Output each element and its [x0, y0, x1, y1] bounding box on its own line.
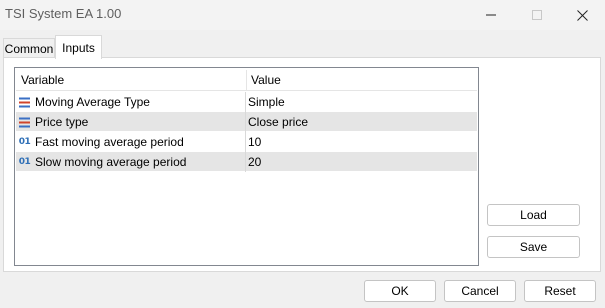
window-title: TSI System EA 1.00: [5, 6, 122, 21]
close-icon: [576, 9, 588, 21]
tab-common-label: Common: [4, 41, 54, 56]
tab-inputs-label: Inputs: [62, 40, 95, 55]
save-button[interactable]: Save: [487, 236, 580, 258]
cell-divider: [245, 132, 246, 152]
cancel-button[interactable]: Cancel: [444, 280, 516, 302]
reset-button[interactable]: Reset: [524, 280, 596, 302]
column-divider[interactable]: [246, 70, 247, 90]
minimize-button[interactable]: [468, 0, 514, 30]
tab-inputs[interactable]: Inputs: [55, 35, 102, 59]
column-header-value[interactable]: Value: [251, 69, 281, 91]
enum-list-icon: [18, 116, 31, 128]
integer-icon: 01: [18, 157, 31, 167]
table-row[interactable]: Moving Average Type Simple: [16, 92, 477, 112]
minimize-icon: [486, 14, 496, 16]
column-header-variable[interactable]: Variable: [21, 69, 64, 91]
maximize-icon: [532, 10, 542, 20]
close-button[interactable]: [559, 0, 605, 30]
title-bar: TSI System EA 1.00: [0, 0, 605, 30]
row-variable: Moving Average Type: [35, 95, 150, 109]
row-variable: Fast moving average period: [35, 135, 184, 149]
ok-button[interactable]: OK: [364, 280, 436, 302]
maximize-button: [514, 0, 560, 30]
row-variable: Price type: [35, 115, 89, 129]
row-value[interactable]: 20: [248, 155, 261, 169]
inputs-grid: Variable Value Moving Average Type Simpl…: [14, 67, 479, 266]
row-variable: Slow moving average period: [35, 155, 187, 169]
table-row[interactable]: 01 Slow moving average period 20: [16, 152, 477, 172]
integer-icon: 01: [18, 137, 31, 147]
enum-list-icon: [18, 96, 31, 108]
inputs-panel: Variable Value Moving Average Type Simpl…: [3, 57, 601, 272]
cell-divider: [245, 92, 246, 112]
cell-divider: [245, 152, 246, 172]
tab-common[interactable]: Common: [3, 38, 55, 58]
load-button[interactable]: Load: [487, 204, 580, 226]
row-value[interactable]: Simple: [248, 95, 285, 109]
cell-divider: [245, 112, 246, 132]
row-value[interactable]: Close price: [248, 115, 308, 129]
table-row[interactable]: 01 Fast moving average period 10: [16, 132, 477, 152]
table-row[interactable]: Price type Close price: [16, 112, 477, 132]
row-value[interactable]: 10: [248, 135, 261, 149]
grid-header: Variable Value: [16, 69, 477, 91]
